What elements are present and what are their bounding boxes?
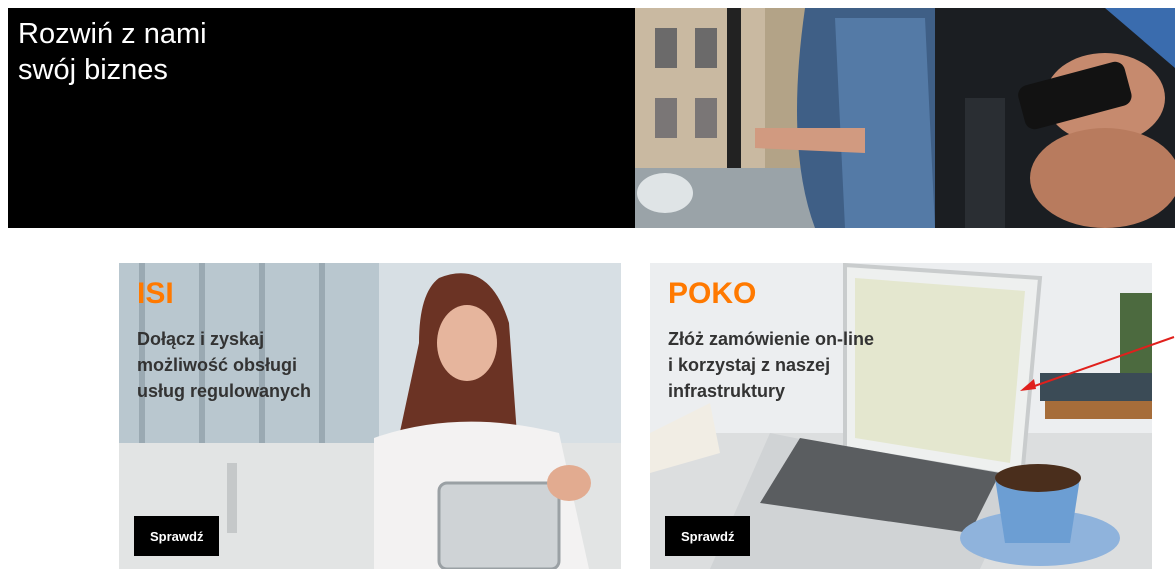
poko-description-line: i korzystaj z naszej	[668, 355, 831, 375]
poko-description: Złóż zamówienie on-line i korzystaj z na…	[668, 326, 874, 404]
isi-description-line: możliwość obsługi	[137, 355, 298, 375]
isi-brand: ISI	[137, 277, 174, 310]
isi-card[interactable]: ISI Dołącz i zyskaj możliwość obsługi us…	[119, 263, 621, 569]
poko-check-button[interactable]: Sprawdź	[665, 516, 751, 556]
poko-card[interactable]: POKO Złóż zamówienie on-line i korzystaj…	[650, 263, 1152, 569]
hero-banner: Rozwiń z nami swój biznes	[8, 8, 1175, 228]
isi-description: Dołącz i zyskaj możliwość obsługi usług …	[137, 326, 311, 404]
hero-title-line: Rozwiń z nami	[18, 18, 207, 50]
poko-description-line: Złóż zamówienie on-line	[668, 329, 875, 349]
poko-description-line: infrastruktury	[668, 381, 786, 401]
hero-title-line: swój biznes	[18, 54, 168, 86]
isi-description-line: usług regulowanych	[137, 381, 312, 401]
poko-brand: POKO	[668, 277, 757, 310]
isi-check-button[interactable]: Sprawdź	[134, 516, 220, 556]
hero-title: Rozwiń z nami swój biznes	[18, 16, 207, 88]
hero-photo	[635, 8, 1175, 228]
isi-description-line: Dołącz i zyskaj	[137, 329, 265, 349]
annotation-arrow-icon	[1020, 336, 1175, 391]
